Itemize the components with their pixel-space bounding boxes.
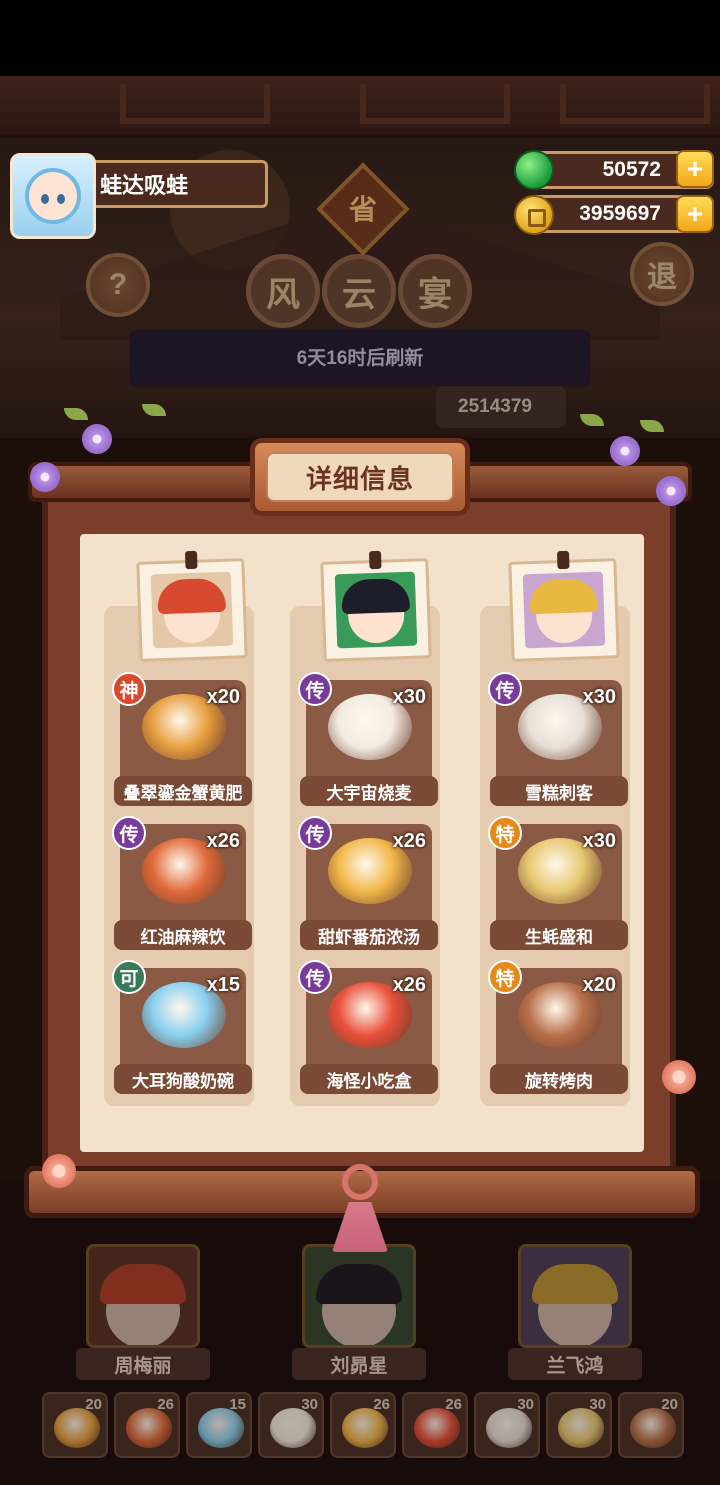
dish-name: 雪糕刺客 [490,776,628,806]
dish-quantity: x26 [392,974,426,996]
dish-name: 旋转烤肉 [490,1064,628,1094]
dish-card[interactable]: 神 x20 叠翠鎏金蟹黄肥 [112,672,252,806]
dish-icon [270,1408,316,1448]
dish-card[interactable]: 传 x26 红油麻辣饮 [112,816,252,950]
dish-name: 海怪小吃盒 [300,1064,438,1094]
rarity-badge: 传 [112,816,146,850]
dish-quantity: x26 [206,830,240,852]
rarity-badge: 可 [112,960,146,994]
dish-slot[interactable]: 26 [402,1392,468,1458]
dish-quantity: x26 [392,830,426,852]
dish-quantity: x30 [392,686,426,708]
dish-slot-count: 15 [229,1396,246,1413]
dish-card[interactable]: 特 x30 生蚝盛和 [488,816,628,950]
flower-icon [656,476,686,506]
chef-name: 周梅丽 [76,1348,210,1380]
chef-portrait [508,550,620,662]
dish-slot-count: 26 [157,1396,174,1413]
dish-slot[interactable]: 26 [330,1392,396,1458]
dish-quantity: x15 [206,974,240,996]
game-screen: 蛙达吸蛙 50572 + 3959697 + ? 退 省 风 云 宴 6天16时… [0,0,720,1485]
dish-name: 大耳狗酸奶碗 [114,1064,252,1094]
dish-card[interactable]: 传 x30 大宇宙烧麦 [298,672,438,806]
dish-quantity: x30 [582,830,616,852]
dish-slot-count: 26 [445,1396,462,1413]
dish-slot-count: 20 [661,1396,678,1413]
dish-slot[interactable]: 30 [474,1392,540,1458]
status-bar-area [0,0,720,76]
dish-card[interactable]: 传 x26 甜虾番茄浓汤 [298,816,438,950]
rarity-badge: 传 [298,672,332,706]
dish-card[interactable]: 特 x20 旋转烤肉 [488,960,628,1094]
player-avatar[interactable] [10,153,96,239]
dish-card[interactable]: 传 x30 雪糕刺客 [488,672,628,806]
flower-icon [82,424,112,454]
panel-title-plate: 详细信息 [250,438,470,516]
rarity-badge: 特 [488,816,522,850]
add-jade-button[interactable]: + [676,150,714,188]
dish-name: 叠翠鎏金蟹黄肥 [114,776,252,806]
dish-slot[interactable]: 30 [258,1392,324,1458]
chef-tile[interactable] [86,1244,200,1348]
dish-slot-count: 26 [373,1396,390,1413]
dish-icon [630,1408,676,1448]
rarity-badge: 传 [298,816,332,850]
rarity-badge: 传 [298,960,332,994]
dish-slot[interactable]: 30 [546,1392,612,1458]
dish-slot[interactable]: 20 [42,1392,108,1458]
jade-icon [514,150,554,190]
flower-icon [610,436,640,466]
dish-card[interactable]: 传 x26 海怪小吃盒 [298,960,438,1094]
flower-icon [42,1154,76,1188]
dish-name: 甜虾番茄浓汤 [300,920,438,950]
close-tassel-button[interactable] [330,1160,390,1256]
event-title-char: 云 [322,254,396,328]
dish-slot-count: 30 [301,1396,318,1413]
chef-name: 刘昴星 [292,1348,426,1380]
dish-name: 生蚝盛和 [490,920,628,950]
score-display: 2514379 [436,386,566,428]
province-seal-text: 省 [348,194,377,225]
player-name: 蛙达吸蛙 [92,160,268,208]
dish-icon [198,1408,244,1448]
rarity-badge: 特 [488,960,522,994]
dish-quantity: x20 [582,974,616,996]
dish-icon [414,1408,460,1448]
chef-portrait [320,550,432,662]
dish-slot-count: 30 [517,1396,534,1413]
flower-icon [30,462,60,492]
dish-slot-count: 30 [589,1396,606,1413]
dish-icon [54,1408,100,1448]
dish-icon [558,1408,604,1448]
rarity-badge: 神 [112,672,146,706]
panel-title: 详细信息 [266,452,454,502]
chef-portrait [136,550,248,662]
flower-icon [662,1060,696,1094]
chef-name: 兰飞鸿 [508,1348,642,1380]
chef-tile[interactable] [518,1244,632,1348]
dish-icon [126,1408,172,1448]
dish-quantity: x20 [206,686,240,708]
dish-name: 红油麻辣饮 [114,920,252,950]
player-avatar-icon [25,168,81,224]
back-button[interactable]: 退 [630,242,694,306]
event-title-char: 宴 [398,254,472,328]
dish-name: 大宇宙烧麦 [300,776,438,806]
event-title-char: 风 [246,254,320,328]
dish-slot[interactable]: 20 [618,1392,684,1458]
dish-quantity: x30 [582,686,616,708]
help-button[interactable]: ? [86,253,150,317]
refresh-timer: 6天16时后刷新 [296,348,424,369]
dish-card[interactable]: 可 x15 大耳狗酸奶碗 [112,960,252,1094]
chef-tile[interactable] [302,1244,416,1348]
dish-icon [486,1408,532,1448]
dish-slot[interactable]: 26 [114,1392,180,1458]
coin-icon [514,195,554,235]
dish-slot[interactable]: 15 [186,1392,252,1458]
add-coins-button[interactable]: + [676,195,714,233]
dish-slot-count: 20 [85,1396,102,1413]
dish-icon [342,1408,388,1448]
rarity-badge: 传 [488,672,522,706]
